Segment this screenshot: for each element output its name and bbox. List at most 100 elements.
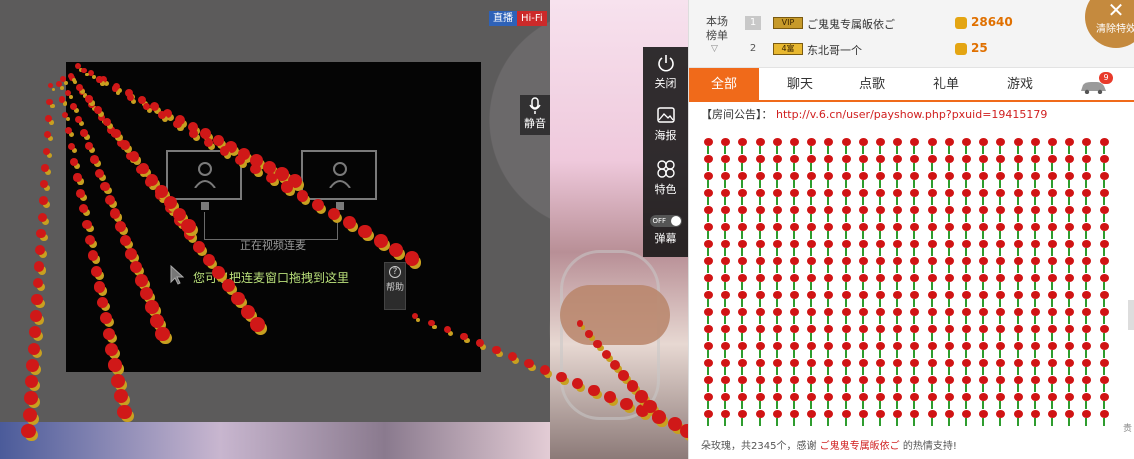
flower-petal — [240, 304, 255, 319]
rank-username[interactable]: ご鬼鬼专属皈依ご — [807, 16, 895, 32]
rose-icon — [1013, 308, 1023, 324]
rose-icon — [772, 325, 782, 341]
rose-icon — [909, 393, 920, 409]
co-stream-window[interactable] — [66, 62, 481, 372]
flower-petal — [108, 358, 122, 372]
flower-petal — [181, 218, 196, 234]
rose-icon — [703, 155, 713, 171]
tab-song-request[interactable]: 点歌 — [837, 68, 907, 102]
rose-icon — [1064, 155, 1075, 171]
rose-icon — [858, 325, 868, 341]
flower-petal — [99, 312, 112, 325]
tab-all[interactable]: 全部 — [689, 68, 759, 102]
rose-icon — [1030, 325, 1040, 341]
flower-petal — [212, 134, 224, 146]
rose-icon — [1081, 342, 1092, 358]
rose-icon — [737, 240, 748, 256]
mute-button[interactable]: 静音 — [520, 95, 550, 135]
rose-icon — [703, 393, 713, 409]
rose-icon — [858, 257, 868, 273]
rose-icon — [755, 138, 765, 154]
rose-icon — [755, 359, 765, 375]
flower-petal — [460, 332, 468, 340]
flower-petal — [76, 188, 85, 198]
close-stream-button[interactable]: 关闭 — [643, 47, 688, 95]
flower-petal — [155, 185, 168, 198]
scrollbar[interactable] — [1128, 300, 1134, 330]
rose-icon — [909, 274, 920, 290]
rose-icon — [961, 138, 971, 154]
danmaku-toggle[interactable]: OFF — [649, 215, 682, 227]
rose-icon — [944, 274, 954, 290]
rank-title[interactable]: 本场榜单 — [703, 15, 731, 43]
rose-icon — [892, 274, 903, 290]
rose-icon — [961, 325, 971, 341]
effects-button[interactable]: 特色 — [643, 153, 688, 201]
flower-petal — [26, 358, 40, 372]
flower-petal — [219, 146, 230, 156]
rose-icon — [823, 257, 834, 273]
rose-icon — [823, 206, 834, 222]
flower-petal — [275, 167, 289, 181]
flower-petal — [250, 317, 265, 332]
flower-petal — [137, 162, 149, 174]
rose-icon — [703, 325, 713, 341]
power-icon — [657, 55, 674, 72]
rose-icon — [944, 223, 954, 239]
rose-icon — [1047, 291, 1057, 307]
flower-petal — [572, 378, 583, 389]
side-tag: 贵 — [1122, 424, 1132, 434]
rank-username[interactable]: 东北哥一个 — [807, 42, 862, 58]
rose-icon — [720, 155, 731, 171]
flower-petal — [524, 358, 534, 368]
tab-chat[interactable]: 聊天 — [765, 68, 835, 102]
effects-icon — [656, 160, 675, 178]
tab-gift-list[interactable]: 礼单 — [911, 68, 981, 102]
rose-icon — [875, 376, 885, 392]
rose-icon — [858, 155, 868, 171]
flower-petal — [389, 242, 404, 257]
rose-icon — [720, 257, 731, 273]
rose-icon — [720, 189, 731, 205]
rose-icon — [806, 359, 817, 375]
flower-petal — [80, 67, 87, 74]
flower-petal — [38, 196, 48, 205]
rose-icon — [909, 257, 920, 273]
rose-icon — [1099, 257, 1109, 273]
flower-petal — [27, 342, 40, 355]
rose-icon — [789, 291, 799, 307]
flower-petal — [601, 350, 611, 360]
flower-petal — [73, 173, 82, 182]
rose-icon — [892, 223, 903, 239]
rose-icon — [841, 257, 851, 273]
notice-link[interactable]: http://v.6.cn/user/payshow.php?pxuid=194… — [776, 108, 1047, 121]
rose-icon — [858, 240, 868, 256]
rose-icon — [875, 189, 885, 205]
help-button[interactable]: ? 帮助 — [384, 262, 406, 310]
hifi-badge[interactable]: Hi-Fi — [517, 11, 547, 26]
rose-icon — [995, 359, 1006, 375]
tab-games[interactable]: 游戏 — [985, 68, 1055, 102]
rose-icon — [1081, 274, 1092, 290]
rose-icon — [772, 189, 782, 205]
rose-icon — [1099, 138, 1109, 154]
flower-petal — [150, 313, 165, 328]
rose-icon — [1013, 393, 1023, 409]
rose-icon — [755, 308, 765, 324]
rose-icon — [944, 410, 954, 426]
flower-petal — [21, 423, 36, 439]
tool-label: 海报 — [654, 129, 677, 142]
thanks-username[interactable]: ご鬼鬼专属皈依ご — [820, 441, 900, 452]
rose-icon — [737, 359, 748, 375]
chevron-down-icon[interactable]: ▽ — [711, 44, 718, 54]
rose-icon — [720, 206, 731, 222]
rank-row[interactable]: 1 VIP ご鬼鬼专属皈依ご 28640 — [745, 14, 1045, 34]
rose-icon — [703, 257, 713, 273]
rose-icon — [1064, 240, 1075, 256]
poster-button[interactable]: 海报 — [643, 99, 688, 147]
rank-row[interactable]: 2 4富 东北哥一个 25 — [745, 40, 1045, 60]
rose-icon — [772, 240, 782, 256]
rose-icon — [875, 172, 885, 188]
rose-icon — [1099, 155, 1109, 171]
danmaku-button[interactable]: OFF 弹幕 — [643, 207, 688, 255]
